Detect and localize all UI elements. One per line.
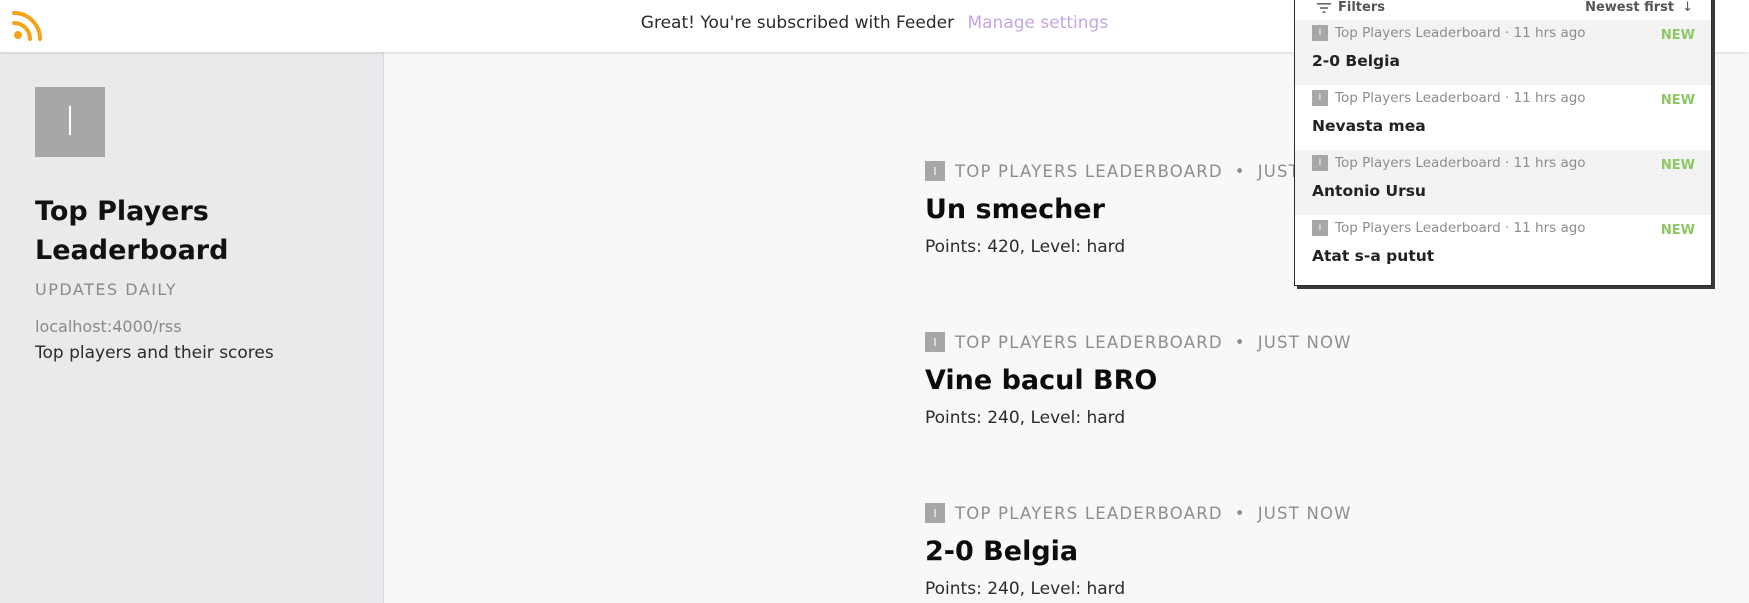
sort-label: Newest first [1585, 0, 1675, 15]
post-source: TOP PLAYERS LEADERBOARD [955, 503, 1223, 523]
panel-item-source: Top Players Leaderboard · 11 hrs ago [1335, 25, 1586, 41]
panel-item-meta: I Top Players Leaderboard · 11 hrs ago [1312, 220, 1586, 236]
new-badge: NEW [1660, 223, 1695, 238]
post-title[interactable]: 2-0 Belgia [925, 536, 1525, 567]
new-badge: NEW [1660, 93, 1695, 108]
arrow-down-icon: ↓ [1682, 0, 1693, 15]
post-source: TOP PLAYERS LEADERBOARD [955, 161, 1223, 181]
panel-list-item[interactable]: I Top Players Leaderboard · 11 hrs ago N… [1295, 150, 1711, 215]
panel-item-title: 2-0 Belgia [1312, 52, 1400, 70]
panel-item-title: Antonio Ursu [1312, 182, 1426, 200]
new-badge: NEW [1660, 158, 1695, 173]
filters-label: Filters [1338, 0, 1385, 15]
panel-item-source: Top Players Leaderboard · 11 hrs ago [1335, 155, 1586, 171]
sort-dropdown[interactable]: Newest first ↓ [1585, 0, 1693, 15]
panel-item-source: Top Players Leaderboard · 11 hrs ago [1335, 220, 1586, 236]
manage-settings-link[interactable]: Manage settings [967, 13, 1108, 33]
feed-url: localhost:4000/rss [35, 317, 182, 336]
post-source: TOP PLAYERS LEADERBOARD [955, 332, 1223, 352]
separator-dot: • [1234, 161, 1246, 181]
feed-avatar: I [35, 87, 105, 157]
subscription-message: Great! You're subscribed with Feeder [640, 13, 955, 33]
filter-icon [1317, 2, 1331, 13]
feed-description: Top players and their scores [35, 343, 274, 363]
post-body: Points: 240, Level: hard [925, 579, 1126, 599]
panel-list-item[interactable]: I Top Players Leaderboard · 11 hrs ago N… [1295, 215, 1711, 280]
filters-button[interactable]: Filters [1317, 0, 1385, 15]
feed-title: Top Players Leaderboard [35, 196, 229, 266]
post-time: JUST NOW [1257, 503, 1352, 523]
post-time: JUST NOW [1257, 332, 1352, 352]
panel-header: Filters Newest first ↓ [1295, 0, 1711, 20]
panel-item-meta: I Top Players Leaderboard · 11 hrs ago [1312, 90, 1586, 106]
feed-mini-avatar: I [1312, 90, 1328, 106]
separator-dot: • [1234, 332, 1246, 352]
feed-mini-avatar: I [1312, 220, 1328, 236]
post-meta: I TOP PLAYERS LEADERBOARD • JUST NOW [925, 331, 1525, 353]
separator-dot: • [1234, 503, 1246, 523]
post-meta: I TOP PLAYERS LEADERBOARD • JUST NOW [925, 502, 1525, 524]
post-title[interactable]: Vine bacul BRO [925, 365, 1525, 396]
new-badge: NEW [1660, 28, 1695, 43]
post-item: I TOP PLAYERS LEADERBOARD • JUST NOW 2-0… [925, 502, 1525, 599]
post-item: I TOP PLAYERS LEADERBOARD • JUST NOW Vin… [925, 331, 1525, 428]
feed-mini-avatar: I [925, 503, 945, 523]
panel-item-title: Atat s-a putut [1312, 247, 1435, 265]
panel-item-meta: I Top Players Leaderboard · 11 hrs ago [1312, 25, 1586, 41]
panel-list-item[interactable]: I Top Players Leaderboard · 11 hrs ago N… [1295, 20, 1711, 85]
panel-item-source: Top Players Leaderboard · 11 hrs ago [1335, 90, 1586, 106]
panel-item-title: Nevasta mea [1312, 117, 1426, 135]
feed-sidebar: I Top Players Leaderboard UPDATES DAILY … [0, 52, 384, 603]
notifications-panel: Filters Newest first ↓ I Top Players Lea… [1294, 0, 1712, 286]
feed-update-frequency: UPDATES DAILY [35, 280, 177, 299]
feed-mini-avatar: I [1312, 25, 1328, 41]
feed-mini-avatar: I [925, 332, 945, 352]
post-body: Points: 240, Level: hard [925, 408, 1126, 428]
panel-list-item[interactable]: I Top Players Leaderboard · 11 hrs ago N… [1295, 85, 1711, 150]
feed-mini-avatar: I [1312, 155, 1328, 171]
feed-mini-avatar: I [925, 161, 945, 181]
panel-item-meta: I Top Players Leaderboard · 11 hrs ago [1312, 155, 1586, 171]
